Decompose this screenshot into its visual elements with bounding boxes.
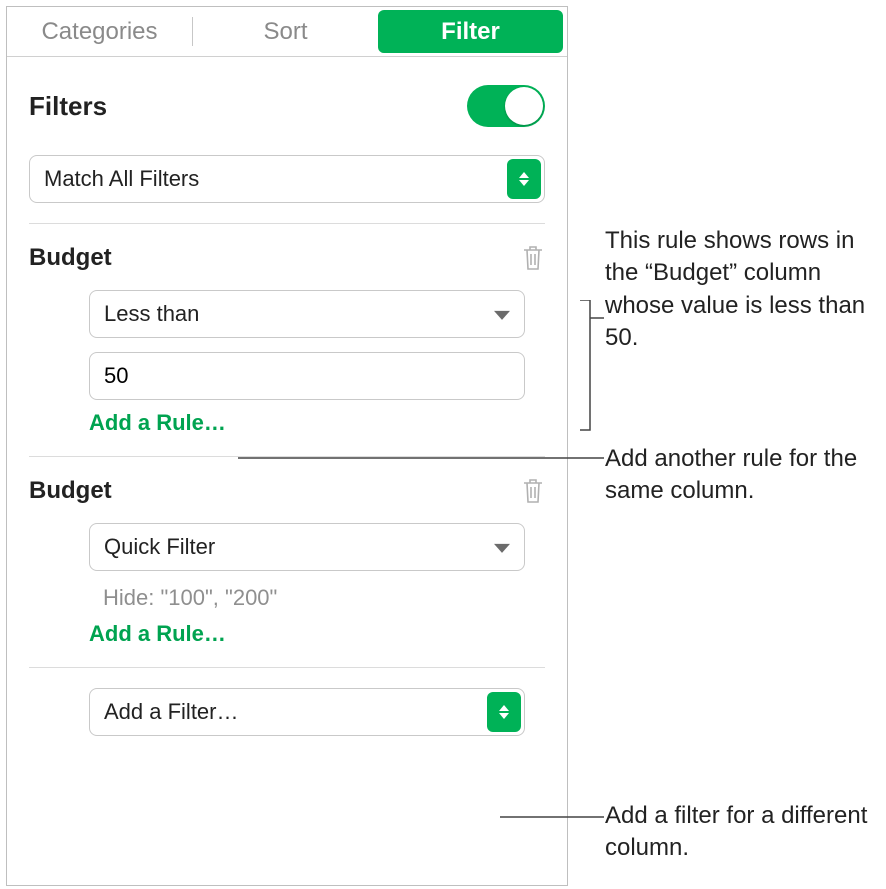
add-rule-link[interactable]: Add a Rule… [89,410,525,436]
tab-categories[interactable]: Categories [7,7,192,56]
filter-column-title: Budget [29,244,112,272]
filter-group: Budget Less than Add a Rule… [29,223,545,436]
condition-label: Quick Filter [104,534,215,560]
trash-icon[interactable] [521,244,545,272]
match-mode-select[interactable]: Match All Filters [29,155,545,203]
add-filter-section: Add a Filter… [29,667,545,736]
filter-group: Budget Quick Filter Hide: "100", "200" A… [29,456,545,647]
chevron-down-icon [494,544,510,553]
tab-filter[interactable]: Filter [378,10,563,53]
callout-rule: This rule shows rows in the “Budget” col… [605,225,885,355]
tab-bar: Categories Sort Filter [7,7,567,57]
callout-add-rule: Add another rule for the same column. [605,443,885,508]
trash-icon[interactable] [521,477,545,505]
popup-stepper-icon [487,692,521,732]
quick-filter-summary: Hide: "100", "200" [89,585,525,611]
condition-select[interactable]: Quick Filter [89,523,525,571]
tab-label: Categories [41,18,157,46]
filters-toggle[interactable] [467,85,545,127]
add-rule-link[interactable]: Add a Rule… [89,621,525,647]
add-filter-select[interactable]: Add a Filter… [89,688,525,736]
add-filter-label: Add a Filter… [104,699,239,725]
value-input[interactable] [89,352,525,400]
condition-select[interactable]: Less than [89,290,525,338]
panel-body: Filters Match All Filters Budget [7,57,567,754]
popup-stepper-icon [507,159,541,199]
tab-label: Sort [263,18,307,46]
filter-panel: Categories Sort Filter Filters Match All… [6,6,568,886]
filters-heading: Filters [29,91,107,122]
match-mode-label: Match All Filters [44,166,199,192]
callout-add-filter: Add a filter for a different column. [605,800,885,865]
chevron-down-icon [494,311,510,320]
tab-label: Filter [441,18,500,46]
tab-sort[interactable]: Sort [193,7,378,56]
filter-column-title: Budget [29,477,112,505]
condition-label: Less than [104,301,199,327]
